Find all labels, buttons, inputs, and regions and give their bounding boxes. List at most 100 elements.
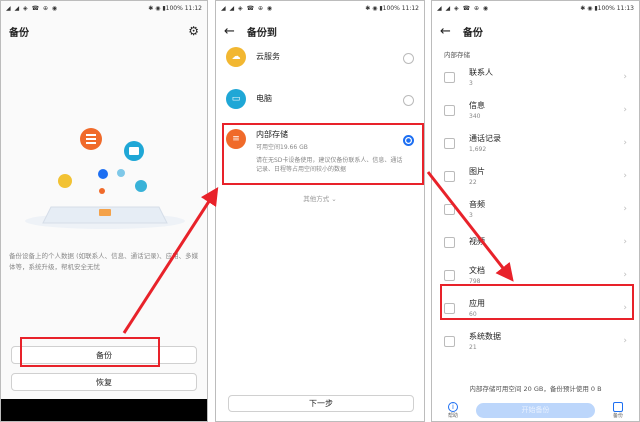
backup-records-button[interactable]: 备份 xyxy=(603,401,633,419)
cloud-icon: ☁ xyxy=(226,47,246,67)
item-name: 系统数据 xyxy=(469,332,501,341)
item-checkbox[interactable] xyxy=(444,269,455,281)
item-name: 应用 xyxy=(469,299,485,308)
gear-icon[interactable]: ⚙ xyxy=(188,24,199,38)
item-checkbox[interactable] xyxy=(444,236,455,248)
chevron-right-icon: › xyxy=(623,72,627,82)
dot-bubble-icon xyxy=(98,169,108,179)
archive-icon xyxy=(613,401,623,412)
item-checkbox[interactable] xyxy=(444,71,455,83)
item-name: 视频 xyxy=(469,236,485,246)
section-header: 内部存储 xyxy=(444,51,470,59)
system-nav-bar xyxy=(1,399,207,421)
option-cloud[interactable]: ☁ 云服务 xyxy=(216,47,424,67)
data-item-row[interactable]: 图片 22 › xyxy=(432,160,639,192)
other-methods-link[interactable]: 其他方式 ⌄ xyxy=(216,193,424,203)
option-note: 请在无SD卡设备使用，建议仅备份联系人、信息、通话记录、日程等占用空间较小的数据 xyxy=(256,157,403,173)
backup-summary: 内部存储可用空间 20 GB，备份预计使用 0 B xyxy=(469,385,602,393)
data-item-row[interactable]: 应用 60 › xyxy=(432,292,639,324)
option-radio[interactable] xyxy=(403,53,414,64)
tiny-bubble-icon xyxy=(99,188,105,194)
phone-screen-select-data: ◢ ◢ ◈ ☎ ⊕ ◉ ✱ ◉ ▮100% 11:13 ← 备份 内部存储 联系… xyxy=(431,0,640,422)
item-checkbox[interactable] xyxy=(444,302,455,314)
chevron-right-icon: › xyxy=(623,270,627,280)
item-checkbox[interactable] xyxy=(444,137,455,149)
data-item-row[interactable]: 通话记录 1,692 › xyxy=(432,127,639,159)
status-icons-right: ✱ ◉ ▮100% 11:12 xyxy=(148,4,202,12)
item-count: 3 xyxy=(469,80,473,87)
option-title: 云服务 xyxy=(256,52,280,61)
storage-icon: ≡ xyxy=(226,129,246,149)
status-bar: ◢ ◢ ◈ ☎ ⊕ ◉ ✱ ◉ ▮100% 11:12 xyxy=(1,1,207,15)
data-item-row[interactable]: 信息 340 › xyxy=(432,94,639,126)
backup-button[interactable]: 备份 xyxy=(11,346,197,364)
small-bubble-icon xyxy=(117,169,125,177)
chevron-right-icon: › xyxy=(623,336,627,346)
bottom-bar: i 帮助 开始备份 备份 xyxy=(432,397,639,421)
item-name: 文档 xyxy=(469,266,485,275)
option-radio[interactable] xyxy=(403,95,414,106)
help-label: 帮助 xyxy=(447,412,458,419)
status-icons-left: ◢ ◢ ◈ ☎ ⊕ ◉ xyxy=(437,4,490,12)
app-bar: ← 备份到 xyxy=(216,15,424,47)
item-checkbox[interactable] xyxy=(444,335,455,347)
records-label: 备份 xyxy=(612,412,623,419)
data-item-row[interactable]: 文档 798 › xyxy=(432,259,639,291)
chevron-right-icon: › xyxy=(623,171,627,181)
backup-illustration xyxy=(25,128,185,229)
page-title: 备份到 xyxy=(246,27,277,39)
item-name: 图片 xyxy=(469,167,485,176)
start-backup-button[interactable]: 开始备份 xyxy=(476,402,595,418)
option-computer[interactable]: ▭ 电脑 xyxy=(216,89,424,109)
page-title: 备份 xyxy=(9,27,29,39)
page-title: 备份 xyxy=(462,27,483,39)
option-internal-storage[interactable]: ≡ 内部存储 可用空间19.66 GB 请在无SD卡设备使用，建议仅备份联系人、… xyxy=(216,129,424,174)
contact-bubble-icon xyxy=(135,180,147,192)
item-count: 22 xyxy=(469,179,477,186)
option-title: 内部存储 xyxy=(256,130,288,139)
status-icons-left: ◢ ◢ ◈ ☎ ⊕ ◉ xyxy=(221,4,274,12)
document-bubble-icon xyxy=(58,174,72,188)
monitor-icon: ▭ xyxy=(226,89,246,109)
app-bar: 备份 ⚙ xyxy=(1,15,207,47)
chevron-right-icon: › xyxy=(623,303,627,313)
item-checkbox[interactable] xyxy=(444,203,455,215)
option-radio-selected[interactable] xyxy=(403,135,414,146)
status-bar: ◢ ◢ ◈ ☎ ⊕ ◉ ✱ ◉ ▮100% 11:12 xyxy=(216,1,424,15)
item-checkbox[interactable] xyxy=(444,170,455,182)
chevron-right-icon: › xyxy=(623,237,627,247)
item-name: 通话记录 xyxy=(469,134,501,143)
data-item-row[interactable]: 视频 › xyxy=(432,226,639,258)
status-icons-right: ✱ ◉ ▮100% 11:13 xyxy=(580,4,634,12)
info-icon: i xyxy=(448,401,458,412)
item-count: 340 xyxy=(469,113,481,120)
app-bar: ← 备份 xyxy=(432,15,639,47)
screenshot: ◢ ◢ ◈ ☎ ⊕ ◉ ✱ ◉ ▮100% 11:12 备份 ⚙ 备份设备上的个… xyxy=(0,0,640,422)
item-name: 联系人 xyxy=(469,68,493,77)
back-arrow-icon[interactable]: ← xyxy=(224,24,235,39)
status-bar: ◢ ◢ ◈ ☎ ⊕ ◉ ✱ ◉ ▮100% 11:13 xyxy=(432,1,639,15)
item-checkbox[interactable] xyxy=(444,104,455,116)
help-button[interactable]: i 帮助 xyxy=(438,401,468,419)
option-title: 电脑 xyxy=(256,94,272,103)
device-chip-icon xyxy=(99,209,111,216)
chevron-right-icon: › xyxy=(623,138,627,148)
option-subtitle: 可用空间19.66 GB xyxy=(256,144,308,151)
next-button[interactable]: 下一步 xyxy=(228,395,414,412)
phone-screen-backup-to: ◢ ◢ ◈ ☎ ⊕ ◉ ✱ ◉ ▮100% 11:12 ← 备份到 ☁ 云服务 … xyxy=(215,0,425,422)
item-count: 60 xyxy=(469,311,477,318)
item-count: 21 xyxy=(469,344,477,351)
chevron-right-icon: › xyxy=(623,204,627,214)
restore-button[interactable]: 恢复 xyxy=(11,373,197,391)
chevron-right-icon: › xyxy=(623,105,627,115)
item-name: 音频 xyxy=(469,200,485,209)
phone-screen-backup: ◢ ◢ ◈ ☎ ⊕ ◉ ✱ ◉ ▮100% 11:12 备份 ⚙ 备份设备上的个… xyxy=(0,0,208,422)
item-count: 798 xyxy=(469,278,481,285)
status-icons-right: ✱ ◉ ▮100% 11:12 xyxy=(365,4,419,12)
backup-description: 备份设备上的个人数据 (如联系人、信息、通话记录)、应用、多媒体等，系统升级，帮… xyxy=(9,252,199,271)
data-item-row[interactable]: 联系人 3 › xyxy=(432,61,639,93)
back-arrow-icon[interactable]: ← xyxy=(440,24,451,39)
data-item-row[interactable]: 系统数据 21 › xyxy=(432,325,639,357)
data-item-row[interactable]: 音频 3 › xyxy=(432,193,639,225)
item-name: 信息 xyxy=(469,101,485,110)
